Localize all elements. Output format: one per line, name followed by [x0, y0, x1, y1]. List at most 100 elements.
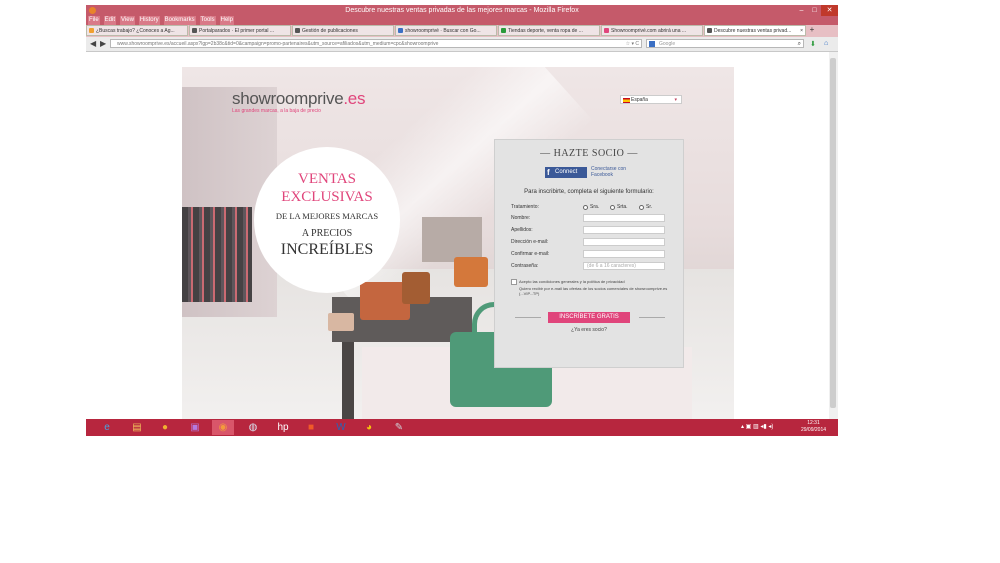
favicon-icon: [604, 28, 609, 33]
name-row: Nombre:: [511, 214, 671, 223]
signup-button[interactable]: INSCRÍBETE GRATIS: [548, 312, 630, 323]
maximize-button[interactable]: □: [808, 5, 821, 16]
close-icon[interactable]: ×: [800, 26, 803, 35]
email-confirm-input[interactable]: [583, 250, 665, 258]
radio-srta[interactable]: Srta.: [610, 204, 628, 211]
menu-item-view[interactable]: View: [120, 16, 135, 25]
radio-sr[interactable]: Sr.: [639, 204, 652, 211]
office-icon[interactable]: ■: [300, 420, 322, 435]
chrome-icon[interactable]: ◕: [358, 420, 380, 435]
chevron-down-icon: ▾: [674, 97, 677, 103]
browser-tab[interactable]: Portalparados · El primer portal ...: [189, 25, 291, 36]
radio-circle-icon: [639, 205, 644, 210]
menu-item-tools[interactable]: Tools: [199, 16, 216, 25]
window-title: Descubre nuestras ventas privadas de las…: [345, 7, 579, 14]
radio-srta-label: Srta.: [617, 204, 628, 210]
clothing-rack: [182, 207, 252, 302]
navigation-bar: ◀ ▶ www.showroomprive.es/accueil.aspx?lg…: [86, 37, 838, 52]
surname-label: Apellidos:: [511, 227, 533, 233]
logo-text: showroomprive: [232, 89, 344, 108]
hp-icon[interactable]: hp: [272, 420, 294, 435]
favicon-icon: [89, 28, 94, 33]
new-tab-button[interactable]: +: [807, 25, 817, 36]
minimize-button[interactable]: –: [795, 5, 808, 16]
window-controls: – □ ✕: [795, 5, 838, 16]
radio-sra[interactable]: Sra.: [583, 204, 599, 211]
divider-right: [639, 317, 665, 318]
password-input[interactable]: (de 6 a 16 caracteres): [583, 262, 665, 270]
close-button[interactable]: ✕: [821, 5, 838, 16]
chat-icon[interactable]: ▣: [184, 420, 206, 435]
site-logo[interactable]: showroomprive.es: [232, 89, 365, 109]
facebook-icon: f: [547, 168, 550, 177]
name-input[interactable]: [583, 214, 665, 222]
steam-icon[interactable]: ◍: [242, 420, 264, 435]
browser-tab[interactable]: Showroomprivé.com abrirá una ...: [601, 25, 703, 36]
taskbar-clock[interactable]: 12:31 29/09/2014: [791, 420, 836, 434]
browser-tab[interactable]: Gestión de publicaciones: [292, 25, 394, 36]
word-icon[interactable]: W: [330, 420, 352, 435]
radio-sra-label: Sra.: [590, 204, 600, 210]
tools-icon[interactable]: ✎: [388, 420, 410, 435]
facebook-connect-button[interactable]: f Connect: [545, 167, 587, 178]
taskbar: e ▤ ● ▣ ◉ ◍ hp ■ W ◕ ✎ ▴ ▣ ▥ ◂▮ ◂) 12:31 29/09/201…: [86, 419, 838, 436]
facebook-connect-label: Connect: [555, 169, 578, 175]
address-bar-actions[interactable]: ☆ ▾ C: [626, 40, 639, 47]
menu-item-help[interactable]: Help: [219, 16, 234, 25]
logo-suffix: .es: [343, 89, 366, 108]
tan-handbag: [454, 257, 488, 287]
surname-input[interactable]: [583, 226, 665, 234]
menu-item-history[interactable]: History: [138, 16, 160, 25]
window-title-bar: Descubre nuestras ventas privadas de las…: [86, 5, 838, 16]
media-icon[interactable]: ●: [154, 420, 176, 435]
search-input[interactable]: Google ⌕: [646, 39, 804, 48]
download-icon[interactable]: ⬇: [810, 40, 816, 48]
home-icon[interactable]: ⌂: [824, 40, 828, 47]
tab-label: Portalparados · El primer portal ...: [199, 28, 275, 34]
spain-flag-icon: [623, 98, 630, 103]
language-select[interactable]: España ▾: [620, 95, 682, 104]
tab-label: Descubre nuestras ventas privad...: [714, 28, 792, 34]
firefox-icon: [89, 7, 96, 14]
vertical-scrollbar[interactable]: [829, 52, 838, 419]
menu-item-bookmarks[interactable]: Bookmarks: [163, 16, 196, 25]
tab-label: ¿Buscas trabajo? ¿Conoces a Ag...: [96, 28, 175, 34]
browser-tab[interactable]: showroomprivé · Buscar con Go...: [395, 25, 497, 36]
email-input[interactable]: [583, 238, 665, 246]
ie-icon[interactable]: e: [96, 420, 118, 435]
radio-sr-label: Sr.: [646, 204, 653, 210]
browser-tab[interactable]: Descubre nuestras ventas privad... ×: [704, 25, 806, 36]
address-url: www.showroomprive.es/accueil.aspx?lgp=2b…: [117, 41, 439, 47]
browser-tab[interactable]: Tiendas deporte, venta ropa de ...: [498, 25, 600, 36]
partner-offers-text: Quiero recibir por e-mail las ofertas de…: [519, 286, 668, 296]
password-row: Contraseña: (de 6 a 16 caracteres): [511, 262, 671, 271]
facebook-connect-text[interactable]: Conectarse con Facebook: [591, 166, 641, 178]
clock-time: 12:31: [807, 420, 820, 426]
display-table-leg: [342, 342, 354, 419]
back-button[interactable]: ◀: [90, 39, 96, 48]
already-member-link[interactable]: ¿Ya eres socio?: [495, 327, 683, 333]
promo-line-4: A PRECIOS: [301, 228, 353, 239]
favicon-icon: [501, 28, 506, 33]
search-placeholder: Google: [659, 41, 676, 47]
magnifier-icon[interactable]: ⌕: [798, 40, 801, 49]
explorer-icon[interactable]: ▤: [126, 420, 148, 435]
legal-checkbox[interactable]: [511, 279, 517, 285]
menu-item-edit[interactable]: Edit: [103, 16, 117, 25]
name-label: Nombre:: [511, 215, 531, 221]
forward-button[interactable]: ▶: [100, 39, 106, 48]
search-engine-icon[interactable]: [649, 41, 655, 47]
menu-item-file[interactable]: File: [88, 16, 100, 25]
address-bar[interactable]: www.showroomprive.es/accueil.aspx?lgp=2b…: [110, 39, 642, 48]
promo-circle: VENTAS EXCLUSIVAS DE LA MEJORES MARCAS A…: [254, 147, 400, 293]
scrollbar-thumb[interactable]: [830, 58, 836, 408]
system-tray[interactable]: ▴ ▣ ▥ ◂▮ ◂): [741, 423, 773, 430]
email-confirm-label: Confirmar e-mail:: [511, 251, 550, 257]
display-shelf: [422, 217, 482, 262]
firefox-icon[interactable]: ◉: [212, 420, 234, 435]
favicon-icon: [707, 28, 712, 33]
clock-date: 29/09/2014: [800, 427, 827, 433]
promo-line-2: EXCLUSIVAS: [281, 189, 373, 205]
favicon-icon: [398, 28, 403, 33]
browser-tab[interactable]: ¿Buscas trabajo? ¿Conoces a Ag...: [86, 25, 188, 36]
